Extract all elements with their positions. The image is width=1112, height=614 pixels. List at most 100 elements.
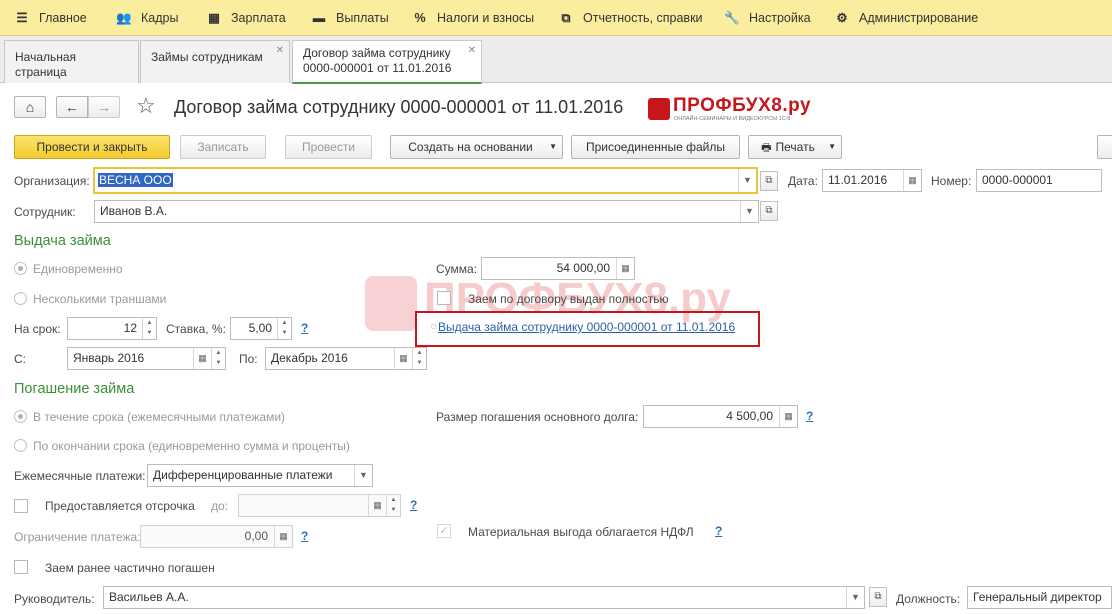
material-benefit-checkbox[interactable]: ✓ xyxy=(437,524,451,538)
from-month-field[interactable]: Январь 2016 ▦ ▲ ▼ xyxy=(67,347,226,370)
create-based-on-button[interactable]: Создать на основании ▼ xyxy=(390,135,563,159)
organization-field[interactable]: ВЕСНА ООО ▼ xyxy=(93,167,758,194)
logo-subtext: ОНЛАЙН-СЕМИНАРЫ И ВИДЕОКУРСЫ 1С:8 xyxy=(674,116,791,122)
print-button[interactable]: 🖶 Печать ▼ xyxy=(748,135,842,159)
to-month-field[interactable]: Декабрь 2016 ▦ ▲ ▼ xyxy=(265,347,427,370)
more-button[interactable] xyxy=(1097,135,1112,159)
calendar-icon[interactable]: ▦ xyxy=(368,495,386,516)
monthly-payments-select[interactable]: Дифференцированные платежи ▼ xyxy=(147,464,373,487)
calculator-icon[interactable]: ▦ xyxy=(779,406,797,427)
gear-icon: ⚙ xyxy=(836,11,848,25)
deferral-date-field[interactable]: ▦ ▲ ▼ xyxy=(238,494,401,517)
tranches-radio[interactable] xyxy=(14,292,27,305)
partially-repaid-label: Заем ранее частично погашен xyxy=(45,561,215,575)
open-icon[interactable]: ⧉ xyxy=(760,171,778,191)
menu-icon: ☰ xyxy=(16,11,28,25)
calculator-icon[interactable]: ▦ xyxy=(274,526,292,547)
at-end-radio[interactable] xyxy=(14,439,27,452)
reports-icon: ⧉ xyxy=(561,11,571,25)
menu-item-payments[interactable]: ▬ Выплаты xyxy=(311,0,389,36)
post-button[interactable]: Провести xyxy=(285,135,372,159)
principal-help-link[interactable]: ? xyxy=(806,409,813,423)
issue-doc-icon: ○ xyxy=(430,319,438,333)
limit-field[interactable]: 0,00 ▦ xyxy=(140,525,293,548)
save-button[interactable]: Записать xyxy=(180,135,266,159)
repay-section-title: Погашение займа xyxy=(14,381,135,397)
limit-label: Ограничение платежа: xyxy=(14,530,141,544)
chevron-down-icon: ▼ xyxy=(549,142,557,151)
tab-employee-loans[interactable]: Займы сотрудникам ✕ xyxy=(140,40,290,83)
position-field[interactable]: Генеральный директор xyxy=(967,586,1112,609)
stepper-icon[interactable]: ▲ ▼ xyxy=(277,318,291,339)
logo-icon xyxy=(648,98,670,120)
head-field[interactable]: Васильев А.А. ▼ xyxy=(103,586,865,609)
arrow-left-icon: ← xyxy=(65,99,79,115)
menu-item-settings[interactable]: 🔧 Настройка xyxy=(724,0,810,36)
menu-item-taxes[interactable]: % Налоги и взносы xyxy=(412,0,534,36)
attached-files-button[interactable]: Присоединенные файлы xyxy=(571,135,740,159)
stepper-icon[interactable]: ▲ ▼ xyxy=(386,495,400,516)
chevron-down-icon[interactable]: ▼ xyxy=(740,201,758,222)
deferral-help-link[interactable]: ? xyxy=(410,498,417,512)
star-icon[interactable]: ☆ xyxy=(136,93,156,119)
org-label: Организация: xyxy=(14,174,90,188)
chevron-down-icon[interactable]: ▼ xyxy=(738,169,756,192)
stepper-icon[interactable]: ▲ ▼ xyxy=(412,348,426,369)
calendar-icon[interactable]: ▦ xyxy=(394,348,412,369)
fully-issued-checkbox[interactable] xyxy=(437,291,451,305)
calendar-icon[interactable]: ▦ xyxy=(903,170,921,191)
number-field[interactable]: 0000-000001 xyxy=(976,169,1102,192)
open-icon[interactable]: ⧉ xyxy=(760,201,778,221)
people-icon: 👥 xyxy=(116,11,132,25)
at-end-label: По окончании срока (единовременно сумма … xyxy=(33,439,350,453)
partially-repaid-checkbox[interactable] xyxy=(14,560,28,574)
monthly-label: В течение срока (ежемесячными платежами) xyxy=(33,410,286,424)
watermark-logo-icon xyxy=(365,276,417,331)
menu-item-hr[interactable]: 👥 Кадры xyxy=(116,0,178,36)
stepper-icon[interactable]: ▲ ▼ xyxy=(211,348,225,369)
date-field[interactable]: 11.01.2016 ▦ xyxy=(822,169,922,192)
rate-label: Ставка, %: xyxy=(166,322,226,336)
tab-loan-agreement[interactable]: Договор займа сотруднику 0000-000001 от … xyxy=(292,40,482,84)
menu-item-admin[interactable]: ⚙ Администрирование xyxy=(834,0,978,36)
monthly-payments-label: Ежемесячные платежи: xyxy=(14,469,146,483)
rate-field[interactable]: 5,00 ▲ ▼ xyxy=(230,317,292,340)
once-radio[interactable] xyxy=(14,262,27,275)
back-button[interactable]: ← xyxy=(56,96,88,118)
to-label: По: xyxy=(239,352,258,366)
chevron-down-icon: ▼ xyxy=(828,142,836,151)
employee-field[interactable]: Иванов В.А. ▼ xyxy=(94,200,759,223)
principal-field[interactable]: 4 500,00 ▦ xyxy=(643,405,798,428)
once-label: Единовременно xyxy=(33,262,123,276)
menu-item-main[interactable]: ☰ Главное xyxy=(14,0,86,36)
monthly-radio[interactable] xyxy=(14,410,27,423)
deferral-checkbox[interactable] xyxy=(14,499,28,513)
forward-button[interactable]: → xyxy=(88,96,120,118)
chevron-down-icon[interactable]: ▼ xyxy=(846,587,864,608)
home-button[interactable]: ⌂ xyxy=(14,96,46,118)
calendar-icon[interactable]: ▦ xyxy=(193,348,211,369)
post-and-close-button[interactable]: Провести и закрыть xyxy=(14,135,170,159)
wrench-icon: 🔧 xyxy=(724,11,740,25)
number-label: Номер: xyxy=(931,174,972,188)
close-icon[interactable]: ✕ xyxy=(276,43,284,58)
head-label: Руководитель: xyxy=(14,592,95,606)
rate-help-link[interactable]: ? xyxy=(301,321,308,335)
arrow-right-icon: → xyxy=(97,99,111,115)
stepper-icon[interactable]: ▲ ▼ xyxy=(142,318,156,339)
material-benefit-help-link[interactable]: ? xyxy=(715,524,722,538)
menu-item-reports[interactable]: ⧉ Отчетность, справки xyxy=(558,0,703,36)
term-field[interactable]: 12 ▲ ▼ xyxy=(67,317,157,340)
principal-label: Размер погашения основного долга: xyxy=(436,410,639,424)
menu-item-salary[interactable]: ▦ Зарплата xyxy=(206,0,286,36)
logo-text: ПРОФБУХ8.ру xyxy=(673,95,812,116)
close-icon[interactable]: ✕ xyxy=(468,43,476,58)
tab-home[interactable]: Начальная страница xyxy=(4,40,139,83)
limit-help-link[interactable]: ? xyxy=(301,529,308,543)
wallet-icon: ▬ xyxy=(312,11,326,25)
chevron-down-icon[interactable]: ▼ xyxy=(354,465,372,486)
deferral-to-label: до: xyxy=(211,499,229,513)
open-icon[interactable]: ⧉ xyxy=(869,587,887,607)
issue-document-link[interactable]: Выдача займа сотруднику 0000-000001 от 1… xyxy=(438,320,735,334)
term-label: На срок: xyxy=(14,322,61,336)
